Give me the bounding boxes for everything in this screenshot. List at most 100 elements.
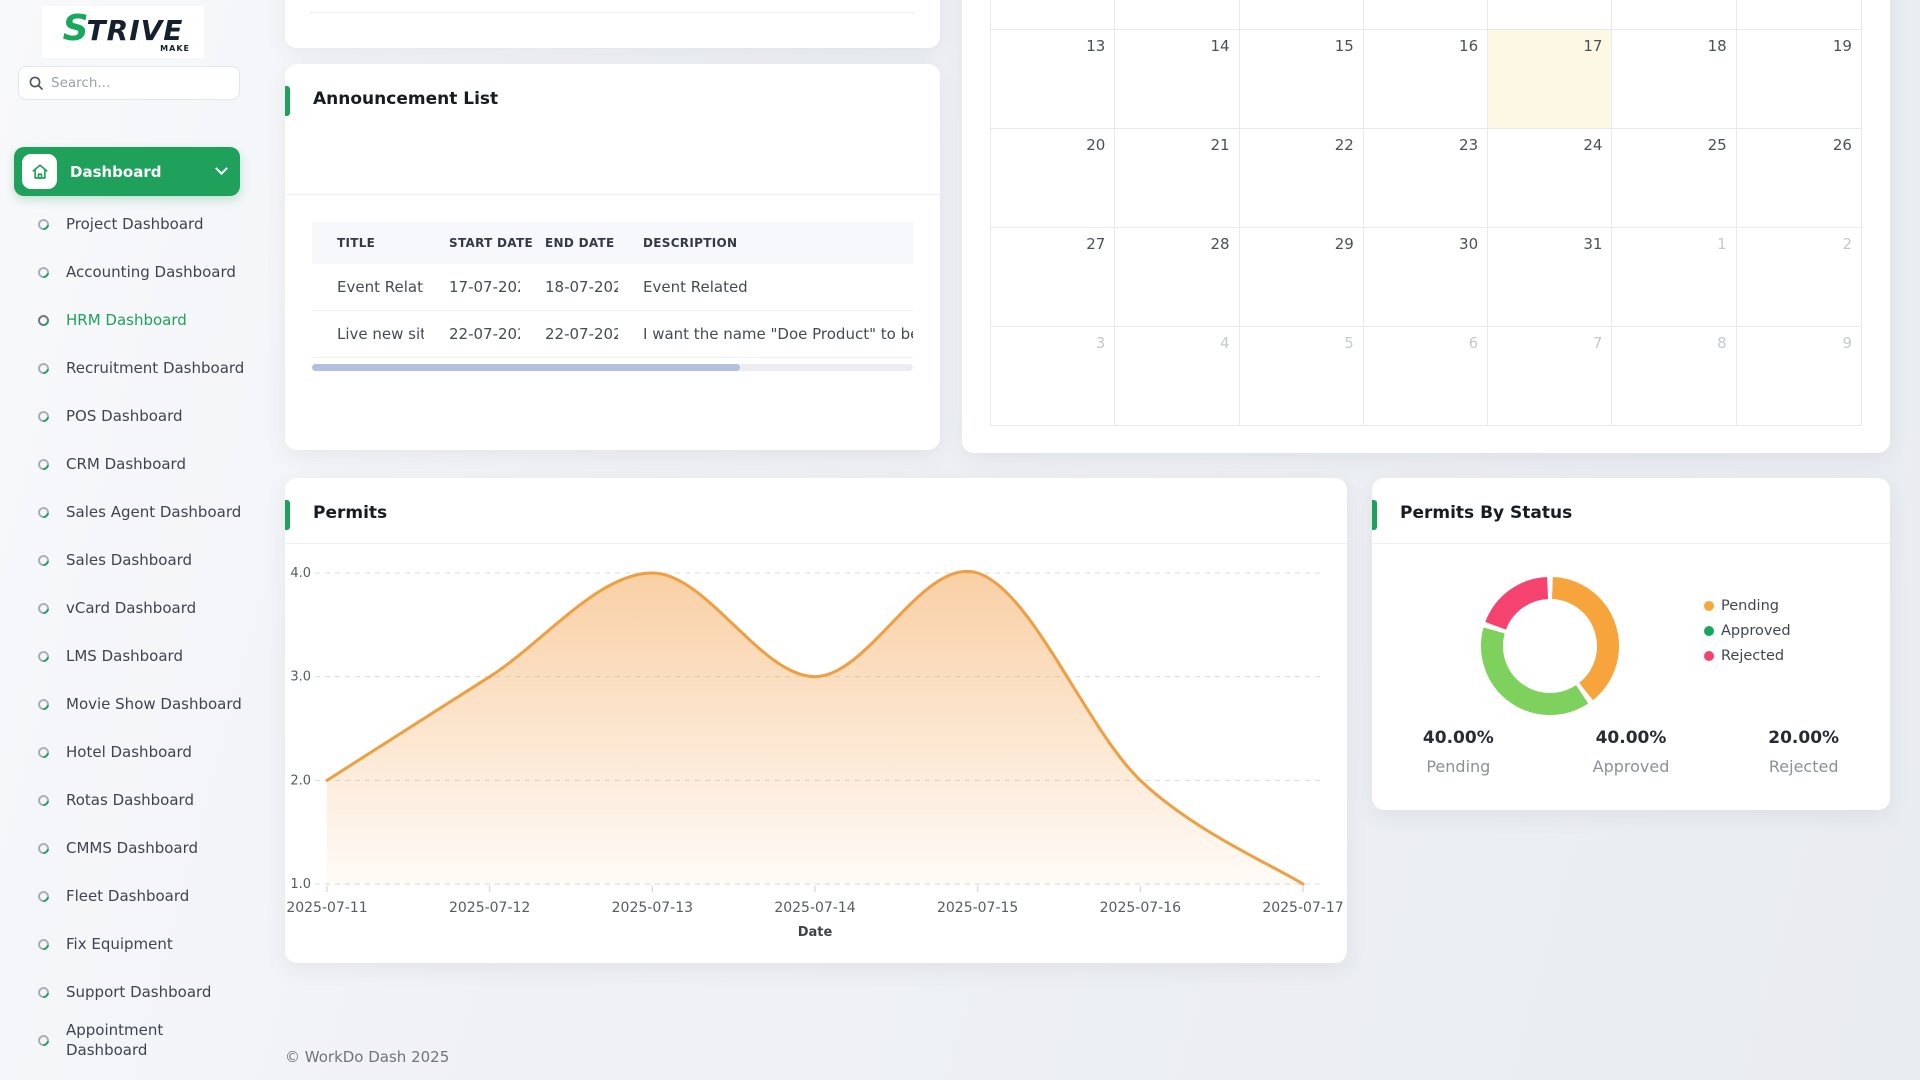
sidebar-item-label: Rotas Dashboard <box>66 790 194 810</box>
chevron-down-icon <box>215 162 228 175</box>
summary-pending: 40.00%Pending <box>1372 728 1545 776</box>
calendar-day[interactable] <box>1115 0 1239 29</box>
calendar-day-today[interactable]: 17 <box>1488 30 1612 128</box>
circle-icon <box>36 840 51 855</box>
sidebar-item-hotel-dashboard[interactable]: Hotel Dashboard <box>0 728 262 776</box>
announcement-table-header-row: TITLESTART DATEEND DATEDESCRIPTION <box>312 222 913 264</box>
calendar-day[interactable]: 9 <box>1737 327 1861 425</box>
donut-segment-pending[interactable] <box>1552 588 1608 691</box>
circle-icon <box>36 360 51 375</box>
svg-text:2025-07-11: 2025-07-11 <box>286 900 367 916</box>
sidebar-item-vcard-dashboard[interactable]: vCard Dashboard <box>0 584 262 632</box>
calendar-day[interactable]: 6 <box>1364 327 1488 425</box>
calendar-week-row: 20212223242526 <box>991 128 1861 227</box>
sidebar-item-rotas-dashboard[interactable]: Rotas Dashboard <box>0 776 262 824</box>
donut-segment-rejected[interactable] <box>1496 588 1548 626</box>
calendar-day[interactable]: 5 <box>1240 327 1364 425</box>
calendar-day[interactable]: 2 <box>1737 228 1861 326</box>
sidebar-item-cmms-dashboard[interactable]: CMMS Dashboard <box>0 824 262 872</box>
sidebar-item-crm-dashboard[interactable]: CRM Dashboard <box>0 440 262 488</box>
calendar-day[interactable]: 13 <box>991 30 1115 128</box>
calendar-day[interactable]: 14 <box>1115 30 1239 128</box>
calendar-day[interactable]: 20 <box>991 129 1115 227</box>
sidebar-item-accounting-dashboard[interactable]: Accounting Dashboard <box>0 248 262 296</box>
sidebar-item-hrm-dashboard[interactable]: HRM Dashboard <box>0 296 262 344</box>
sidebar-item-label: Hotel Dashboard <box>66 742 192 762</box>
legend-item-approved[interactable]: Approved <box>1704 623 1791 639</box>
calendar-day[interactable]: 3 <box>991 327 1115 425</box>
calendar-day[interactable]: 8 <box>1612 327 1736 425</box>
table-header-cell: START DATE <box>424 222 520 264</box>
calendar-day[interactable]: 27 <box>991 228 1115 326</box>
legend-label: Rejected <box>1721 648 1784 664</box>
calendar-day[interactable]: 1 <box>1612 228 1736 326</box>
summary-percentage: 40.00% <box>1372 728 1545 748</box>
dashboard-menu-button[interactable]: Dashboard <box>14 147 240 196</box>
calendar-day[interactable]: 28 <box>1115 228 1239 326</box>
circle-icon <box>36 1032 51 1047</box>
accent-bar <box>285 86 290 116</box>
summary-percentage: 40.00% <box>1545 728 1718 748</box>
search-icon <box>29 76 43 90</box>
circle-icon <box>36 408 51 423</box>
calendar-day[interactable] <box>991 0 1115 29</box>
legend-item-rejected[interactable]: Rejected <box>1704 648 1791 664</box>
calendar-day[interactable]: 7 <box>1488 327 1612 425</box>
brand-logo[interactable]: STRIVE MAKE <box>42 6 204 58</box>
sidebar-item-pos-dashboard[interactable]: POS Dashboard <box>0 392 262 440</box>
circle-icon <box>36 312 51 327</box>
sidebar-item-project-dashboard[interactable]: Project Dashboard <box>0 200 262 248</box>
calendar-day[interactable]: 15 <box>1240 30 1364 128</box>
scrollbar-thumb[interactable] <box>312 364 740 371</box>
calendar-day[interactable]: 22 <box>1240 129 1364 227</box>
accent-bar <box>285 500 290 530</box>
calendar-day[interactable]: 31 <box>1488 228 1612 326</box>
sidebar-item-movie-show-dashboard[interactable]: Movie Show Dashboard <box>0 680 262 728</box>
sidebar-item-lms-dashboard[interactable]: LMS Dashboard <box>0 632 262 680</box>
calendar-day[interactable] <box>1240 0 1364 29</box>
table-header-cell: TITLE <box>312 222 424 264</box>
sidebar-item-label: vCard Dashboard <box>66 598 196 618</box>
calendar-day[interactable]: 21 <box>1115 129 1239 227</box>
search-box[interactable] <box>18 66 240 100</box>
svg-text:2025-07-17: 2025-07-17 <box>1262 900 1343 916</box>
calendar-day[interactable]: 18 <box>1612 30 1736 128</box>
permits-by-status-title: Permits By Status <box>1400 503 1572 523</box>
search-input[interactable] <box>51 75 211 91</box>
sidebar-item-fleet-dashboard[interactable]: Fleet Dashboard <box>0 872 262 920</box>
calendar-day[interactable]: 4 <box>1115 327 1239 425</box>
permits-area-chart: 4.03.02.01.02025-07-112025-07-122025-07-… <box>285 544 1347 963</box>
horizontal-scrollbar[interactable] <box>312 364 913 371</box>
calendar-day[interactable]: 19 <box>1737 30 1861 128</box>
circle-icon <box>36 744 51 759</box>
calendar-day[interactable]: 29 <box>1240 228 1364 326</box>
calendar-day[interactable] <box>1612 0 1736 29</box>
circle-icon <box>36 264 51 279</box>
summary-label: Approved <box>1545 757 1718 776</box>
calendar-day[interactable] <box>1364 0 1488 29</box>
announcement-card: Announcement List TITLESTART DATEEND DAT… <box>285 64 940 450</box>
announcement-title: Announcement List <box>313 89 498 109</box>
sidebar-item-sales-agent-dashboard[interactable]: Sales Agent Dashboard <box>0 488 262 536</box>
legend-label: Pending <box>1721 598 1779 614</box>
calendar-day[interactable] <box>1488 0 1612 29</box>
calendar-week-row <box>991 0 1861 29</box>
calendar-day[interactable] <box>1737 0 1861 29</box>
svg-text:2.0: 2.0 <box>290 773 311 788</box>
sidebar-item-recruitment-dashboard[interactable]: Recruitment Dashboard <box>0 344 262 392</box>
calendar-day[interactable]: 23 <box>1364 129 1488 227</box>
calendar-day[interactable]: 30 <box>1364 228 1488 326</box>
table-cell: Live new site <box>312 311 424 358</box>
svg-text:2025-07-15: 2025-07-15 <box>937 900 1018 916</box>
calendar-day[interactable]: 25 <box>1612 129 1736 227</box>
calendar-day[interactable]: 16 <box>1364 30 1488 128</box>
legend-item-pending[interactable]: Pending <box>1704 598 1791 614</box>
donut-segment-approved[interactable] <box>1492 630 1582 704</box>
sidebar-item-fix-equipment[interactable]: Fix Equipment <box>0 920 262 968</box>
sidebar-item-support-dashboard[interactable]: Support Dashboard <box>0 968 262 1016</box>
partial-card-divider <box>310 12 915 13</box>
sidebar-item-sales-dashboard[interactable]: Sales Dashboard <box>0 536 262 584</box>
sidebar-item-appointment-dashboard[interactable]: Appointment Dashboard <box>0 1016 262 1064</box>
calendar-day[interactable]: 24 <box>1488 129 1612 227</box>
calendar-day[interactable]: 26 <box>1737 129 1861 227</box>
